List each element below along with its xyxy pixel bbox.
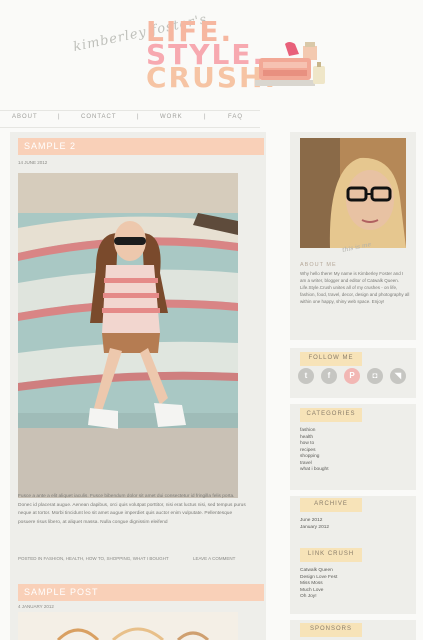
link-crush-list: Catwalk Queen Design Love Fest Miss Moss…: [300, 568, 337, 601]
about-widget: this is me ABOUT ME Why hello there! My …: [290, 132, 416, 340]
link-crush-title: LINK CRUSH: [307, 551, 355, 557]
category-link[interactable]: what i bought: [300, 467, 329, 474]
about-text: Why hello there! My name is Kimberley Fo…: [300, 271, 410, 304]
post-photo[interactable]: [18, 173, 238, 498]
link-crush-widget: LINK CRUSH Catwalk Queen Design Love Fes…: [290, 544, 416, 614]
categories-widget: CATEGORIES fashion health how to recipes…: [290, 404, 416, 490]
nav-separator: |: [58, 114, 61, 120]
nav-separator: |: [137, 114, 140, 120]
pinterest-glyph: P: [349, 371, 355, 380]
nav-faq[interactable]: FAQ: [228, 114, 243, 120]
post-date: 14 JUNE 2012: [18, 160, 48, 165]
archive-heading: ARCHIVE: [300, 498, 362, 512]
blog-link[interactable]: Catwalk Queen: [300, 568, 337, 575]
post-title[interactable]: SAMPLE POST: [24, 587, 99, 597]
leave-comment-link[interactable]: LEAVE A COMMENT: [193, 556, 235, 561]
sponsors-heading: SPONSORS: [300, 623, 362, 637]
categories-list: fashion health how to recipes shopping t…: [300, 428, 329, 474]
nav-separator: |: [204, 114, 207, 120]
typewriter-illustration: [255, 42, 325, 86]
twitter-glyph: t: [304, 371, 308, 380]
post-title-bar[interactable]: SAMPLE POST: [18, 584, 264, 601]
main-content: SAMPLE 2 14 JUNE 2012 Fusce a ante a eli…: [10, 132, 266, 640]
nav-work[interactable]: WORK: [160, 114, 183, 120]
author-photo: [300, 138, 406, 248]
facebook-icon[interactable]: f: [321, 368, 337, 384]
nav-about[interactable]: ABOUT: [12, 114, 38, 120]
rss-icon[interactable]: ◥: [390, 368, 406, 384]
archive-widget: ARCHIVE June 2012 January 2012: [290, 496, 416, 546]
twitter-icon[interactable]: t: [298, 368, 314, 384]
follow-title: FOLLOW ME: [308, 355, 354, 361]
blog-link[interactable]: Oh Joy!: [300, 594, 337, 601]
site-header: kimberley foster's LIFE. STYLE. CRUSH.: [0, 0, 423, 110]
archive-title: ARCHIVE: [314, 501, 348, 507]
sponsors-widget: SPONSORS: [290, 620, 416, 640]
instagram-icon[interactable]: ◘: [367, 368, 383, 384]
archive-list: June 2012 January 2012: [300, 518, 329, 531]
sponsors-title: SPONSORS: [309, 626, 352, 632]
post-date: 4 JANUARY 2012: [18, 604, 54, 609]
post-title[interactable]: SAMPLE 2: [24, 141, 76, 151]
facebook-glyph: f: [327, 371, 331, 380]
post-photo-preview[interactable]: [18, 612, 238, 640]
post-title-bar[interactable]: SAMPLE 2: [18, 138, 264, 155]
post-categories[interactable]: POSTED IN FASHION, HEALTH, HOW TO, SHOPP…: [18, 556, 169, 561]
pinterest-icon[interactable]: P: [344, 368, 360, 384]
nav-contact[interactable]: CONTACT: [81, 114, 117, 120]
categories-title: CATEGORIES: [306, 411, 356, 417]
post-body: Fusce a ante a elit aliquet iaculis. Fus…: [18, 494, 246, 525]
main-nav: ABOUT | CONTACT | WORK | FAQ: [0, 110, 260, 128]
instagram-glyph: ◘: [372, 371, 378, 380]
follow-heading: FOLLOW ME: [300, 352, 362, 366]
categories-heading: CATEGORIES: [300, 408, 362, 422]
link-crush-heading: LINK CRUSH: [300, 548, 362, 562]
archive-link[interactable]: January 2012: [300, 525, 329, 532]
about-title: ABOUT ME: [300, 262, 337, 268]
rss-glyph: ◥: [394, 371, 402, 380]
